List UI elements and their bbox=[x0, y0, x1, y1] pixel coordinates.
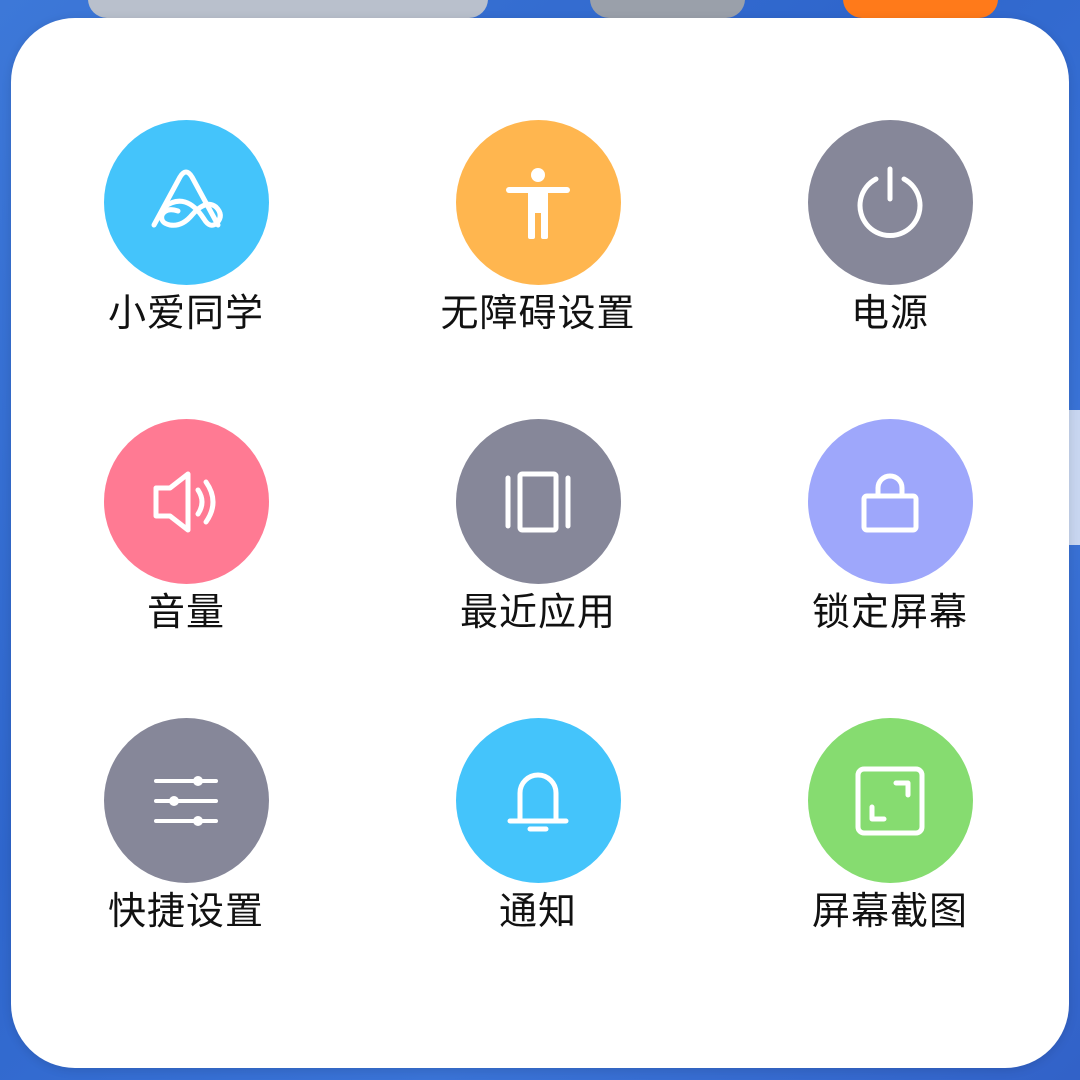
accessibility-person-icon bbox=[506, 167, 570, 239]
xiaoai-assistant-icon bbox=[151, 169, 223, 228]
volume-button[interactable] bbox=[103, 419, 269, 584]
accessibility-settings-label: 无障碍设置 bbox=[440, 291, 636, 335]
lock-screen-tile[interactable]: 锁定屏幕 bbox=[740, 419, 1040, 649]
lock-screen-label: 锁定屏幕 bbox=[811, 590, 968, 634]
volume-label: 音量 bbox=[146, 590, 225, 634]
notifications-tile[interactable]: 通知 bbox=[388, 718, 688, 948]
background-pill bbox=[88, 0, 488, 18]
volume-tile[interactable]: 音量 bbox=[36, 419, 336, 649]
xiaoai-tile[interactable]: 小爱同学 bbox=[36, 120, 336, 350]
screenshot-frame-icon bbox=[855, 766, 925, 835]
notifications-button[interactable] bbox=[455, 718, 621, 883]
recent-apps-label: 最近应用 bbox=[459, 590, 616, 634]
screenshot-label: 屏幕截图 bbox=[811, 889, 968, 933]
xiaoai-label: 小爱同学 bbox=[107, 291, 264, 335]
power-label: 电源 bbox=[850, 291, 929, 335]
bell-icon bbox=[507, 772, 569, 831]
quick-settings-button[interactable] bbox=[103, 718, 269, 883]
accessibility-settings-tile[interactable]: 无障碍设置 bbox=[388, 120, 688, 350]
power-icon bbox=[857, 166, 923, 238]
sliders-icon bbox=[154, 775, 218, 826]
recent-apps-tile[interactable]: 最近应用 bbox=[388, 419, 688, 649]
speaker-volume-icon bbox=[153, 471, 216, 532]
background-edge bbox=[1068, 410, 1080, 545]
recent-apps-button[interactable] bbox=[455, 419, 621, 584]
power-button[interactable] bbox=[807, 120, 973, 285]
background-pill bbox=[843, 0, 998, 18]
notifications-label: 通知 bbox=[498, 889, 577, 933]
accessibility-settings-button[interactable] bbox=[455, 120, 621, 285]
power-tile[interactable]: 电源 bbox=[740, 120, 1040, 350]
screenshot-tile[interactable]: 屏幕截图 bbox=[740, 718, 1040, 948]
accessibility-menu-panel: 小爱同学 无障碍设置 电源 音量 最近应用 锁定屏幕 快捷设置 通知 屏幕截图 bbox=[11, 18, 1069, 1068]
background-pill bbox=[590, 0, 745, 18]
lock-icon bbox=[861, 473, 919, 532]
quick-settings-label: 快捷设置 bbox=[107, 889, 264, 933]
quick-settings-tile[interactable]: 快捷设置 bbox=[36, 718, 336, 948]
xiaoai-button[interactable] bbox=[103, 120, 269, 285]
lock-screen-button[interactable] bbox=[807, 419, 973, 584]
recent-apps-icon bbox=[505, 471, 571, 532]
screenshot-button[interactable] bbox=[807, 718, 973, 883]
